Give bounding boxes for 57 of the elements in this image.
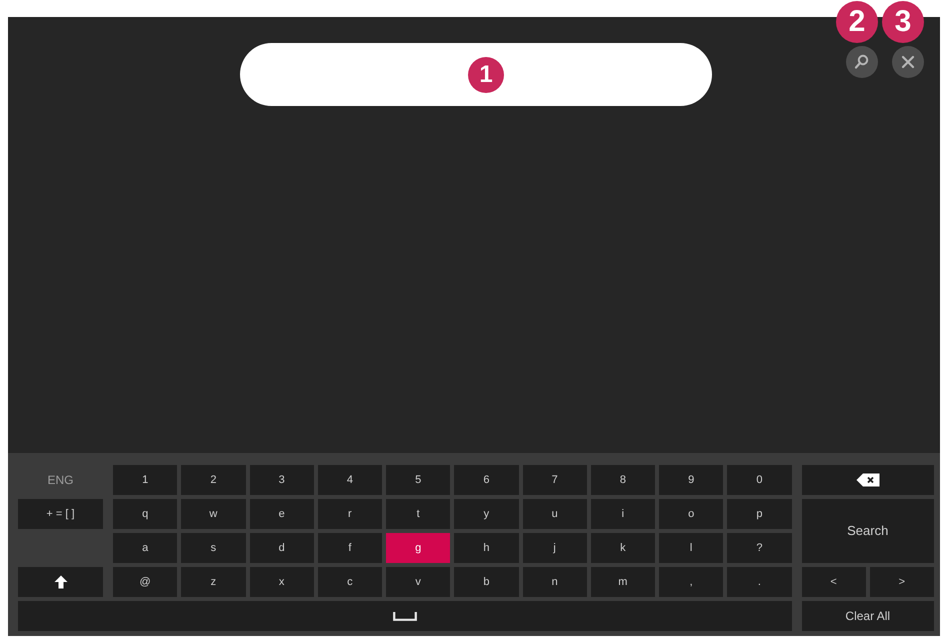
callout-marker: 3: [882, 1, 924, 43]
keyboard-key[interactable]: a: [113, 533, 178, 563]
keyboard-key[interactable]: v: [386, 567, 450, 597]
keyboard-key[interactable]: b: [454, 567, 518, 597]
keyboard-key[interactable]: o: [659, 499, 724, 529]
keyboard-key[interactable]: p: [727, 499, 792, 529]
keyboard-key[interactable]: j: [522, 533, 587, 563]
keyboard-key[interactable]: 2: [181, 465, 246, 495]
keyboard-key[interactable]: 5: [386, 465, 450, 495]
backspace-icon: [856, 473, 880, 487]
keyboard-key[interactable]: @: [113, 567, 178, 597]
keyboard-key[interactable]: n: [522, 567, 587, 597]
keyboard-key[interactable]: 0: [727, 465, 792, 495]
backspace-key[interactable]: [802, 465, 934, 495]
keyboard-key[interactable]: c: [318, 567, 382, 597]
keyboard-key[interactable]: z: [181, 567, 246, 597]
search-key[interactable]: Search: [802, 499, 934, 563]
keyboard-key[interactable]: s: [181, 533, 246, 563]
keyboard-key[interactable]: r: [318, 499, 382, 529]
close-icon: [900, 54, 916, 70]
keyboard-key[interactable]: 1: [113, 465, 178, 495]
keyboard-key[interactable]: k: [590, 533, 655, 563]
keyboard-key[interactable]: h: [454, 533, 518, 563]
cursor-right-key[interactable]: >: [870, 567, 934, 597]
search-icon: [854, 54, 870, 70]
keyboard-key[interactable]: 4: [318, 465, 382, 495]
language-label: ENG: [47, 472, 74, 489]
keyboard-key[interactable]: w: [181, 499, 246, 529]
clear-all-key[interactable]: Clear All: [802, 601, 934, 631]
search-button[interactable]: [846, 46, 878, 78]
keyboard-key[interactable]: d: [250, 533, 314, 563]
keyboard-key[interactable]: f: [318, 533, 382, 563]
shift-key[interactable]: [18, 567, 103, 597]
keyboard-key[interactable]: y: [454, 499, 518, 529]
keyboard-key[interactable]: q: [113, 499, 178, 529]
keyboard-key[interactable]: u: [522, 499, 587, 529]
up-arrow-icon: [54, 575, 68, 589]
keyboard-key[interactable]: 3: [250, 465, 314, 495]
keyboard-key[interactable]: 7: [522, 465, 587, 495]
keyboard-key[interactable]: 8: [590, 465, 655, 495]
keyboard-key[interactable]: e: [250, 499, 314, 529]
keyboard-key[interactable]: m: [590, 567, 655, 597]
keyboard-key[interactable]: i: [590, 499, 655, 529]
keyboard-key[interactable]: t: [386, 499, 450, 529]
keyboard-key[interactable]: l: [659, 533, 724, 563]
keyboard-key[interactable]: .: [727, 567, 792, 597]
cursor-left-key[interactable]: <: [802, 567, 866, 597]
keyboard-key[interactable]: ?: [727, 533, 792, 563]
keyboard-key[interactable]: x: [250, 567, 314, 597]
keyboard-key[interactable]: g: [386, 533, 450, 563]
callout-marker: 2: [836, 1, 878, 43]
keyboard-key[interactable]: ,: [659, 567, 724, 597]
space-bar-icon: [392, 612, 417, 620]
keyboard-key[interactable]: 6: [454, 465, 518, 495]
symbols-key[interactable]: + = [ ]: [18, 499, 103, 529]
close-button[interactable]: [892, 46, 924, 78]
keyboard-key[interactable]: 9: [659, 465, 724, 495]
